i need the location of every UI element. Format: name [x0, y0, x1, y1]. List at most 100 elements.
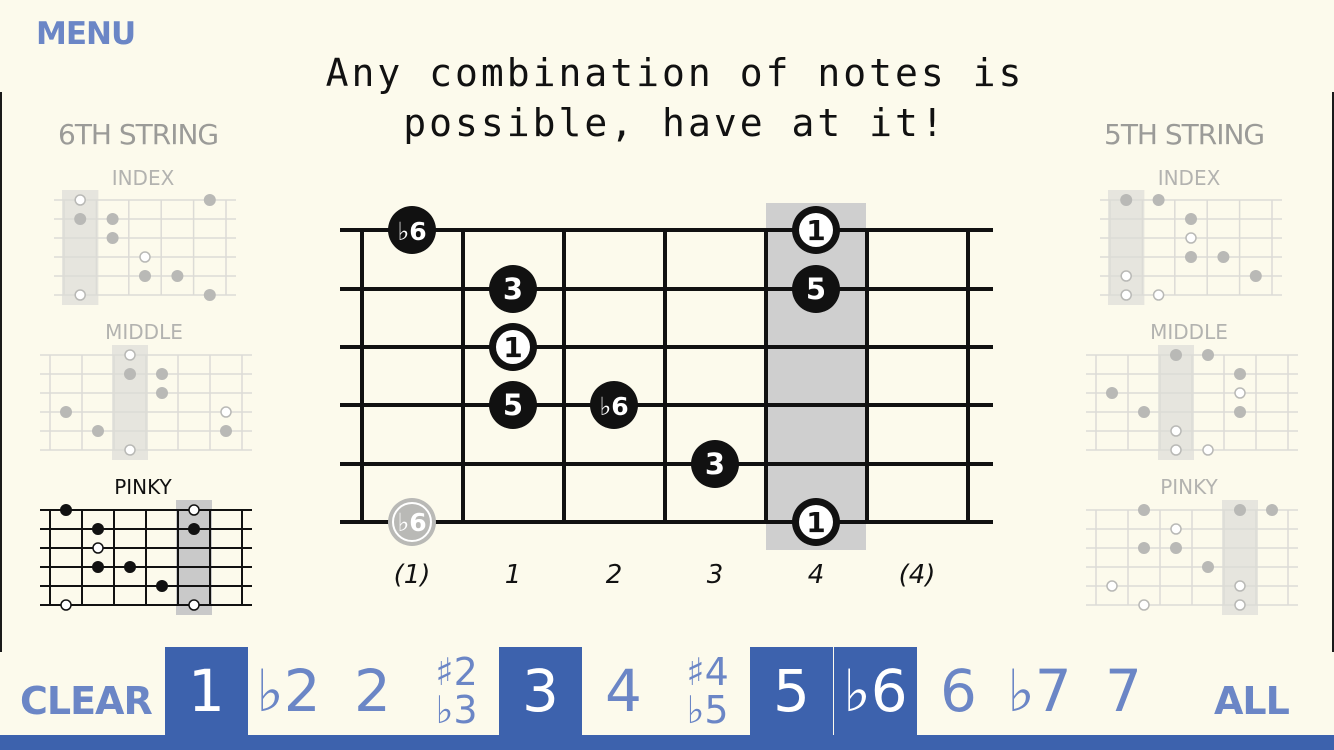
- note-key[interactable]: ♭2: [247, 647, 330, 735]
- fret-number-label: 1: [505, 560, 522, 590]
- mini-dot: [1234, 504, 1246, 516]
- mini-highlight: [176, 500, 212, 615]
- mini-dot: [1234, 406, 1246, 418]
- mini-dot-root: [1170, 523, 1182, 535]
- mini-highlight: [112, 345, 148, 460]
- mini-dot: [1249, 270, 1262, 282]
- note-label: 3: [503, 272, 523, 306]
- mini-dot-root: [1170, 425, 1182, 437]
- mini-dot-root: [1234, 387, 1246, 399]
- left-pattern-label-index: INDEX: [111, 166, 175, 190]
- note-key[interactable]: ♯2 ♭3: [415, 647, 498, 735]
- title-line-1: Any combination of notes is: [325, 51, 1025, 95]
- mini-dot: [156, 387, 168, 399]
- note-label: 5: [806, 272, 826, 306]
- mini-dot: [1185, 213, 1197, 225]
- note-key-label: 2: [354, 657, 391, 725]
- note-label: ♭6: [599, 392, 628, 421]
- mini-dot-root: [139, 251, 151, 263]
- note-marker[interactable]: 5: [489, 381, 537, 429]
- note-key-label: 1: [188, 657, 225, 725]
- clear-button[interactable]: CLEAR: [20, 679, 153, 723]
- note-key[interactable]: 6: [917, 647, 1000, 735]
- note-key[interactable]: 5: [750, 647, 833, 735]
- app-root: MENU Any combination of notes is possibl…: [0, 0, 1334, 750]
- mini-dot: [60, 504, 72, 516]
- note-key[interactable]: 4: [582, 647, 665, 735]
- left-pattern-label-middle: MIDDLE: [105, 320, 183, 344]
- left-panel-title: 6TH STRING: [58, 118, 219, 151]
- left-pattern-middle-diagram[interactable]: [36, 345, 256, 460]
- mini-dot: [1120, 194, 1133, 206]
- highlighted-fret-column: [766, 203, 866, 550]
- menu-button[interactable]: MENU: [36, 16, 136, 52]
- note-key-label: ♭6: [843, 657, 908, 725]
- mini-dot: [1106, 387, 1118, 399]
- mini-dot-root: [124, 349, 136, 361]
- right-panel-title: 5TH STRING: [1104, 118, 1265, 151]
- mini-dot: [156, 368, 168, 380]
- right-pattern-label-pinky: PINKY: [1160, 475, 1218, 499]
- note-key-label: 5: [773, 657, 810, 725]
- note-key-label-top: ♯4: [686, 650, 729, 694]
- note-key-label: ♭2: [256, 657, 321, 725]
- mini-dot: [139, 270, 151, 282]
- fret-number-label: 2: [606, 560, 623, 590]
- mini-dot-root: [1120, 289, 1132, 301]
- mini-dot-root: [60, 599, 72, 611]
- left-pattern-label-pinky: PINKY: [114, 475, 172, 499]
- fret-number-label: 3: [707, 560, 724, 590]
- note-label: 1: [806, 214, 825, 247]
- mini-dot: [203, 289, 216, 301]
- note-marker[interactable]: ♭6: [388, 498, 436, 546]
- mini-dot: [1170, 542, 1182, 554]
- note-key[interactable]: ♭7: [998, 647, 1081, 735]
- mini-dot: [1185, 251, 1197, 263]
- mini-dot-root: [1170, 444, 1182, 456]
- mini-dot: [1138, 504, 1150, 516]
- note-marker[interactable]: 1: [489, 323, 537, 371]
- note-label: 1: [806, 506, 825, 539]
- mini-dot-root: [1120, 270, 1132, 282]
- note-marker[interactable]: 3: [489, 265, 537, 313]
- note-key[interactable]: 7: [1082, 647, 1165, 735]
- main-fretboard[interactable]: (1) 1 2 3 4 (4) ♭6 1 3 5 1 5 ♭6 3 ♭6 1: [330, 195, 1030, 595]
- mini-highlight: [1222, 500, 1258, 615]
- note-key[interactable]: ♭6: [834, 647, 917, 735]
- mini-dot: [60, 406, 72, 418]
- right-pattern-middle-diagram[interactable]: [1082, 345, 1302, 460]
- right-pattern-pinky-diagram[interactable]: [1082, 500, 1302, 615]
- note-marker[interactable]: 3: [691, 440, 739, 488]
- mini-dot-root: [188, 599, 200, 611]
- mini-dot: [1170, 349, 1182, 361]
- left-pattern-pinky-diagram[interactable]: [36, 500, 256, 615]
- left-pattern-index-diagram[interactable]: [50, 190, 240, 305]
- mini-dot: [92, 523, 104, 535]
- note-key-label: 3: [522, 657, 559, 725]
- note-key[interactable]: 3: [499, 647, 582, 735]
- mini-dot: [220, 425, 232, 437]
- note-key[interactable]: ♯4 ♭5: [666, 647, 749, 735]
- mini-dot-root: [74, 289, 86, 301]
- mini-dot: [106, 213, 119, 225]
- mini-dot: [188, 523, 200, 535]
- note-marker[interactable]: 5: [792, 265, 840, 313]
- bottom-accent-bar: [0, 735, 1334, 750]
- note-label: ♭6: [397, 508, 426, 537]
- mini-dot: [1234, 368, 1246, 380]
- right-pattern-index-diagram[interactable]: [1096, 190, 1286, 305]
- note-marker[interactable]: 1: [792, 498, 840, 546]
- note-key[interactable]: 1: [165, 647, 248, 735]
- all-button[interactable]: ALL: [1214, 679, 1290, 723]
- note-marker[interactable]: 1: [792, 206, 840, 254]
- note-key[interactable]: 2: [331, 647, 414, 735]
- mini-dot: [1152, 194, 1165, 206]
- mini-dot-root: [188, 504, 200, 516]
- note-marker[interactable]: ♭6: [388, 206, 436, 254]
- mini-dot-root: [92, 542, 104, 554]
- note-marker[interactable]: ♭6: [590, 381, 638, 429]
- note-label: 1: [503, 331, 522, 364]
- mini-dot: [92, 561, 104, 573]
- mini-dot: [1138, 542, 1150, 554]
- mini-dot: [1138, 406, 1150, 418]
